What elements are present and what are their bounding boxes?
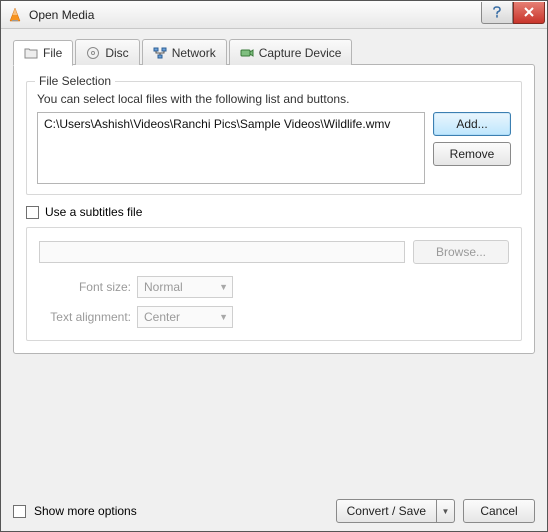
text-alignment-combo: Center ▼ (137, 306, 233, 328)
network-icon (153, 46, 167, 60)
cancel-button-label: Cancel (480, 504, 517, 518)
help-button[interactable] (481, 2, 513, 24)
tab-network-label: Network (172, 46, 216, 60)
show-more-label: Show more options (34, 504, 137, 518)
titlebar: Open Media (1, 1, 547, 29)
remove-button-label: Remove (450, 147, 495, 161)
add-button[interactable]: Add... (433, 112, 511, 136)
tab-file[interactable]: File (13, 40, 73, 66)
browse-button: Browse... (413, 240, 509, 264)
bottom-bar: Show more options Convert / Save ▼ Cance… (13, 491, 535, 523)
titlebar-buttons (481, 2, 547, 24)
chevron-down-icon: ▼ (442, 507, 450, 516)
cancel-button[interactable]: Cancel (463, 499, 535, 523)
file-item[interactable]: C:\Users\Ashish\Videos\Ranchi Pics\Sampl… (44, 117, 418, 131)
file-list[interactable]: C:\Users\Ashish\Videos\Ranchi Pics\Sampl… (37, 112, 425, 184)
remove-button[interactable]: Remove (433, 142, 511, 166)
font-size-label: Font size: (39, 280, 131, 294)
app-icon (7, 7, 23, 23)
help-icon (492, 6, 502, 18)
use-subtitles-checkbox[interactable] (26, 206, 39, 219)
file-selection-desc: You can select local files with the foll… (37, 92, 511, 106)
folder-icon (24, 46, 38, 60)
chevron-down-icon: ▼ (219, 282, 228, 292)
file-selection-title: File Selection (35, 74, 115, 88)
add-button-label: Add... (456, 117, 487, 131)
tabpanel-file: File Selection You can select local file… (13, 64, 535, 354)
client-area: File Disc Network Capture Device (1, 29, 547, 531)
convert-save-split-button[interactable]: Convert / Save ▼ (336, 499, 455, 523)
text-alignment-value: Center (144, 310, 180, 324)
use-subtitles-row[interactable]: Use a subtitles file (26, 205, 522, 219)
tab-network[interactable]: Network (142, 39, 227, 65)
font-size-value: Normal (144, 280, 183, 294)
window-title: Open Media (29, 8, 481, 22)
convert-save-label: Convert / Save (347, 504, 426, 518)
show-more-checkbox[interactable] (13, 505, 26, 518)
tab-capture-label: Capture Device (259, 46, 342, 60)
browse-button-label: Browse... (436, 245, 486, 259)
tab-capture[interactable]: Capture Device (229, 39, 353, 65)
open-media-dialog: Open Media File (0, 0, 548, 532)
use-subtitles-label: Use a subtitles file (45, 205, 142, 219)
font-size-combo: Normal ▼ (137, 276, 233, 298)
tab-strip: File Disc Network Capture Device (13, 39, 535, 65)
capture-icon (240, 46, 254, 60)
subtitles-group: Browse... Font size: Normal ▼ Text align… (26, 227, 522, 341)
close-button[interactable] (513, 2, 545, 24)
disc-icon (86, 46, 100, 60)
tab-disc-label: Disc (105, 46, 128, 60)
tab-file-label: File (43, 46, 62, 60)
tab-disc[interactable]: Disc (75, 39, 139, 65)
subtitles-path-input (39, 241, 405, 263)
close-icon (523, 7, 535, 17)
convert-save-dropdown[interactable]: ▼ (437, 499, 455, 523)
convert-save-button[interactable]: Convert / Save (336, 499, 437, 523)
file-selection-group: File Selection You can select local file… (26, 81, 522, 195)
chevron-down-icon: ▼ (219, 312, 228, 322)
text-alignment-label: Text alignment: (39, 310, 131, 324)
